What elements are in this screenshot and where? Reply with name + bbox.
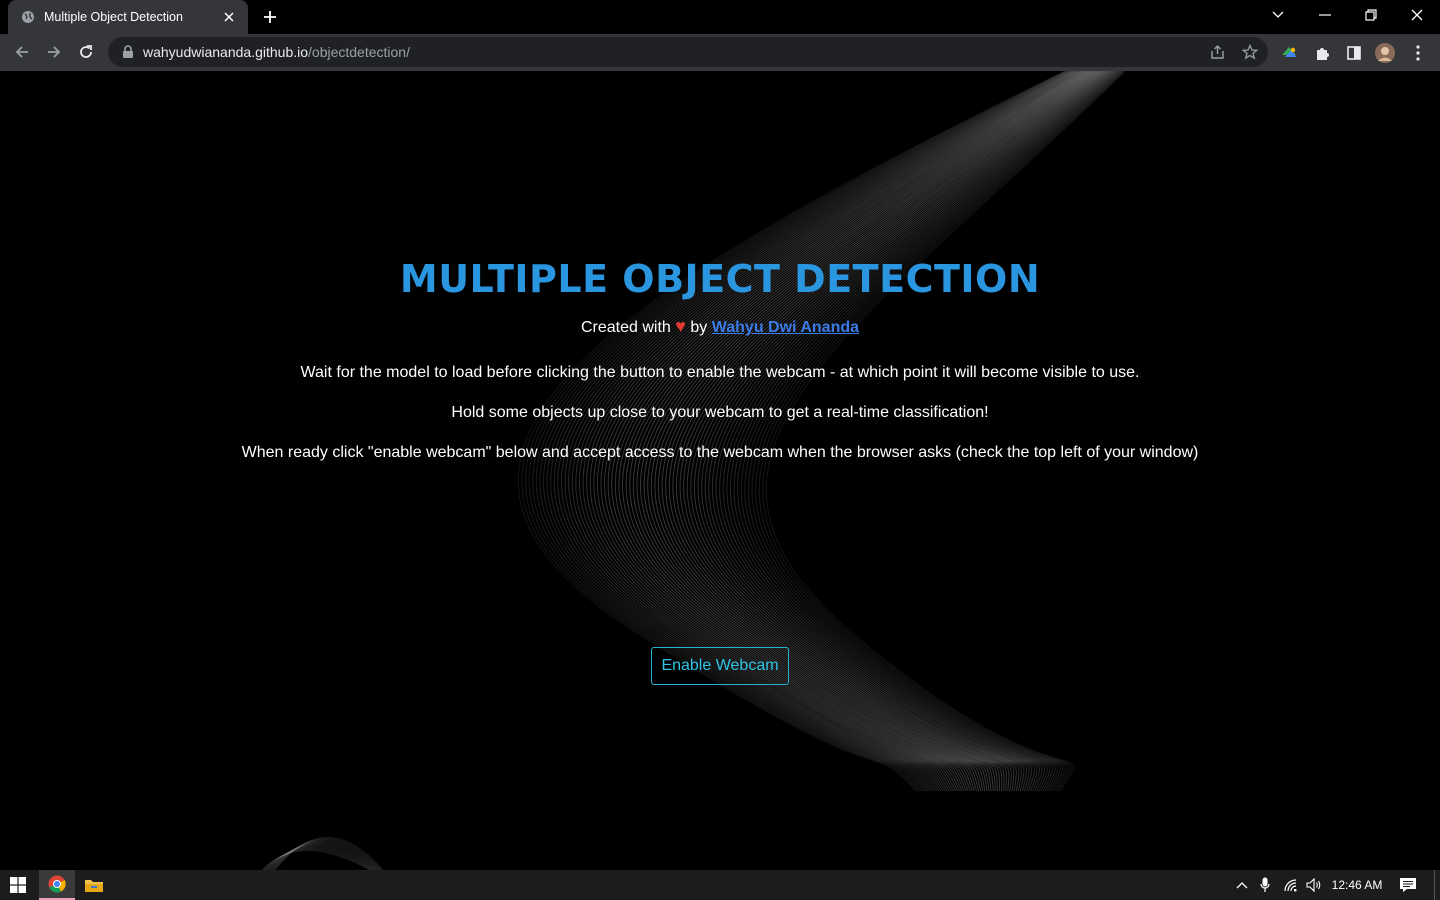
url-text[interactable]: wahyudwiananda.github.io/objectdetection… xyxy=(143,44,410,60)
windows-start-icon[interactable] xyxy=(0,870,36,900)
volume-icon[interactable] xyxy=(1303,870,1325,900)
close-tab-icon[interactable] xyxy=(220,8,238,26)
taskbar: 12:46 AM xyxy=(0,870,1440,900)
new-tab-button[interactable] xyxy=(258,6,282,28)
wave-background xyxy=(261,71,1126,870)
close-window-icon[interactable] xyxy=(1394,0,1440,30)
tab-strip: Multiple Object Detection xyxy=(0,0,1440,34)
credit-by: by xyxy=(690,319,708,336)
microphone-icon[interactable] xyxy=(1256,870,1274,900)
extension-icon[interactable] xyxy=(1279,43,1299,63)
back-icon[interactable] xyxy=(8,38,36,66)
instruction-paragraph: When ready click "enable webcam" below a… xyxy=(241,444,1199,461)
avatar[interactable] xyxy=(1375,43,1395,63)
url-host: wahyudwiananda.github.io xyxy=(143,44,309,60)
restore-icon[interactable] xyxy=(1348,0,1394,30)
puzzle-icon[interactable] xyxy=(1312,43,1332,63)
notification-icon[interactable] xyxy=(1396,870,1420,900)
lock-icon[interactable] xyxy=(122,45,136,59)
address-bar[interactable]: wahyudwiananda.github.io/objectdetection… xyxy=(108,37,1268,67)
heart-icon: ♥ xyxy=(675,316,686,336)
show-desktop-button[interactable] xyxy=(1434,870,1440,900)
forward-icon[interactable] xyxy=(40,38,68,66)
enable-webcam-button[interactable]: Enable Webcam xyxy=(651,647,789,685)
side-panel-icon[interactable] xyxy=(1344,43,1364,63)
tab-search-icon[interactable] xyxy=(1255,0,1301,30)
share-icon[interactable] xyxy=(1210,44,1226,60)
page-viewport: MULTIPLE OBJECT DETECTION Created with ♥… xyxy=(0,71,1440,870)
globe-icon xyxy=(20,9,36,25)
instruction-paragraph: Wait for the model to load before clicki… xyxy=(300,364,1140,381)
author-link[interactable]: Wahyu Dwi Ananda xyxy=(712,319,859,336)
minimize-icon[interactable] xyxy=(1302,0,1348,30)
page-title: MULTIPLE OBJECT DETECTION xyxy=(399,257,1041,301)
bookmark-star-icon[interactable] xyxy=(1241,43,1259,60)
credit-line: Created with ♥ by Wahyu Dwi Ananda xyxy=(0,316,1440,337)
instruction-paragraph: Hold some objects up close to your webca… xyxy=(451,404,989,421)
browser-tab[interactable]: Multiple Object Detection xyxy=(8,0,248,34)
chevron-up-icon[interactable] xyxy=(1232,870,1252,900)
clock[interactable]: 12:46 AM xyxy=(1327,870,1387,900)
network-icon[interactable] xyxy=(1280,870,1302,900)
reload-icon[interactable] xyxy=(72,38,100,66)
tab-title: Multiple Object Detection xyxy=(44,10,183,24)
file-explorer-icon[interactable] xyxy=(78,870,110,900)
menu-kebab-icon[interactable] xyxy=(1408,43,1428,63)
chrome-taskbar-icon[interactable] xyxy=(39,870,75,900)
browser-toolbar: wahyudwiananda.github.io/objectdetection… xyxy=(0,34,1440,71)
credit-prefix: Created with xyxy=(580,319,671,336)
url-path: /objectdetection/ xyxy=(308,44,410,60)
